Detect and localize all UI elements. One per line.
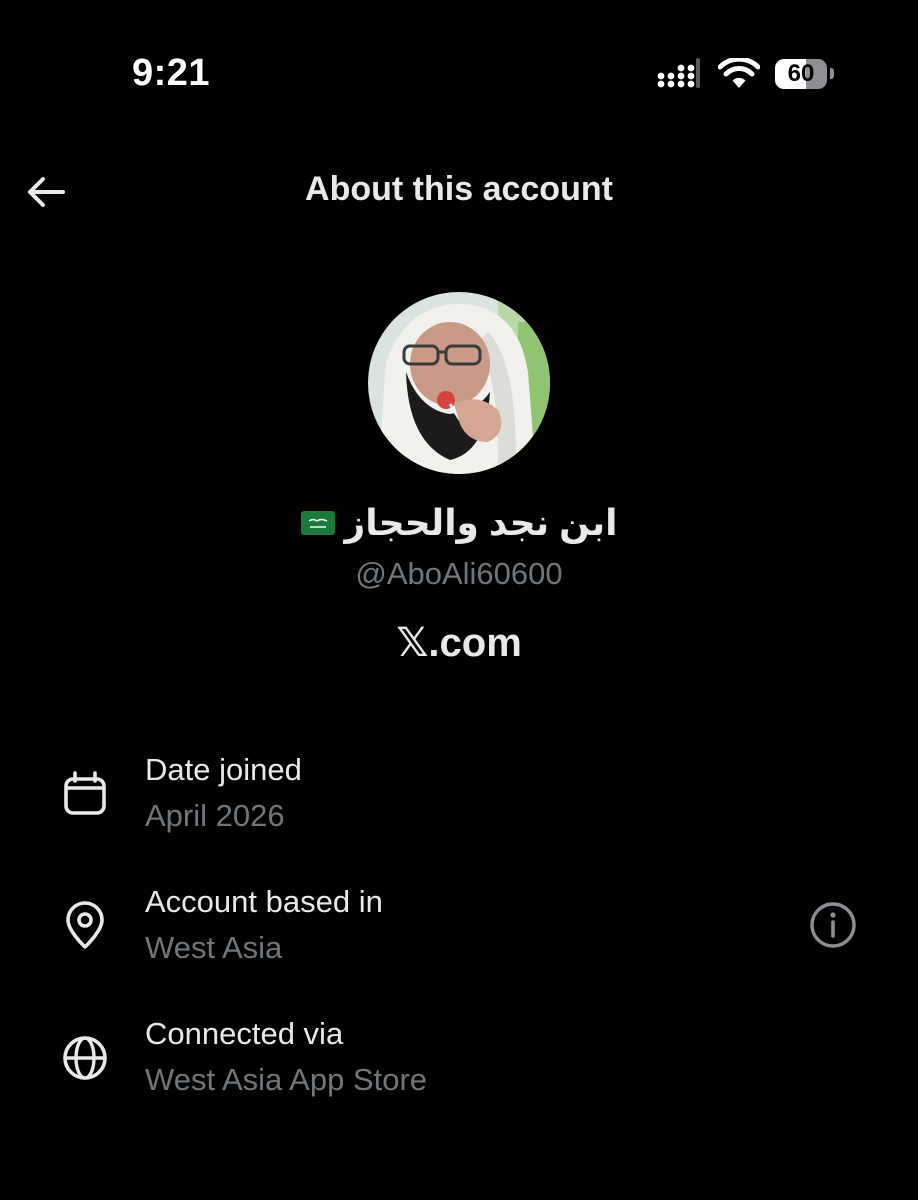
info-circle-icon[interactable] xyxy=(808,900,858,950)
display-name-text: ابن نجد والحجاز xyxy=(344,502,618,544)
avatar[interactable] xyxy=(368,292,550,474)
account-based-in-label: Account based in xyxy=(145,884,383,919)
cellular-signal-icon xyxy=(657,58,700,88)
status-bar: 9:21 60 xyxy=(0,0,918,150)
battery-icon: 60 xyxy=(775,59,827,89)
date-joined-value: April 2026 xyxy=(145,798,285,833)
battery-level: 60 xyxy=(787,60,815,87)
battery-cap xyxy=(830,68,834,79)
location-pin-icon xyxy=(66,901,104,949)
page-title: About this account xyxy=(305,170,613,208)
connected-via-label: Connected via xyxy=(145,1016,344,1051)
connected-via-row: Connected via West Asia App Store xyxy=(0,1016,918,1116)
status-time: 9:21 xyxy=(132,52,211,94)
globe-icon xyxy=(63,1036,107,1080)
wifi-icon xyxy=(718,58,760,88)
calendar-icon xyxy=(64,771,106,815)
date-joined-row: Date joined April 2026 xyxy=(0,752,918,852)
site-label: 𝕏.com xyxy=(396,621,522,665)
date-joined-label: Date joined xyxy=(145,752,302,787)
saudi-arabia-flag-icon xyxy=(300,511,335,536)
account-based-in-value: West Asia xyxy=(145,930,283,965)
account-handle[interactable]: @AboAli60600 xyxy=(0,556,918,592)
display-name: ابن نجد والحجاز xyxy=(0,500,918,544)
connected-via-value: West Asia App Store xyxy=(145,1062,428,1097)
avatar-image xyxy=(368,292,550,474)
account-based-in-row: Account based in West Asia xyxy=(0,884,918,984)
